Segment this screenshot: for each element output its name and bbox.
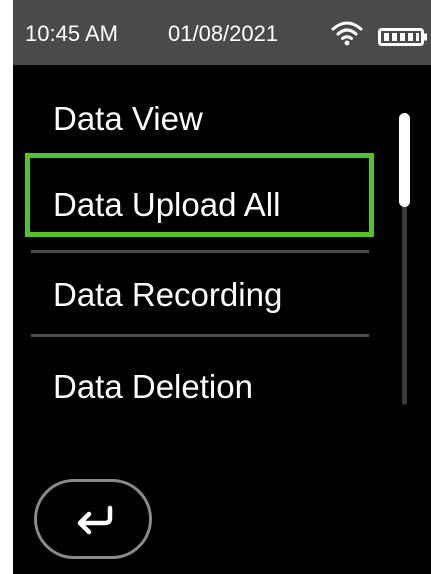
battery-icon bbox=[378, 28, 427, 46]
menu-item-data-view[interactable]: Data View bbox=[13, 79, 383, 159]
menu-item-label: Data Recording bbox=[53, 276, 283, 313]
device-screen: 10:45 AM 01/08/2021 Data View Data Uploa… bbox=[13, 0, 431, 574]
menu-item-data-deletion[interactable]: Data Deletion bbox=[13, 347, 383, 427]
menu-item-label: Data Deletion bbox=[53, 368, 253, 405]
return-arrow-icon bbox=[77, 505, 113, 535]
menu-item-data-upload-all[interactable]: Data Upload All bbox=[13, 165, 383, 245]
back-button[interactable] bbox=[34, 479, 152, 559]
wifi-icon bbox=[331, 21, 363, 46]
menu-item-label: Data Upload All bbox=[53, 186, 281, 223]
menu-divider bbox=[31, 250, 369, 253]
menu-item-label: Data View bbox=[53, 100, 203, 137]
menu-divider bbox=[31, 334, 369, 337]
status-time: 10:45 AM bbox=[25, 21, 118, 46]
scrollbar[interactable] bbox=[399, 113, 410, 405]
status-date: 01/08/2021 bbox=[168, 21, 279, 46]
scrollbar-thumb[interactable] bbox=[399, 113, 410, 207]
menu-item-data-recording[interactable]: Data Recording bbox=[13, 255, 383, 335]
status-bar: 10:45 AM 01/08/2021 bbox=[13, 0, 431, 65]
